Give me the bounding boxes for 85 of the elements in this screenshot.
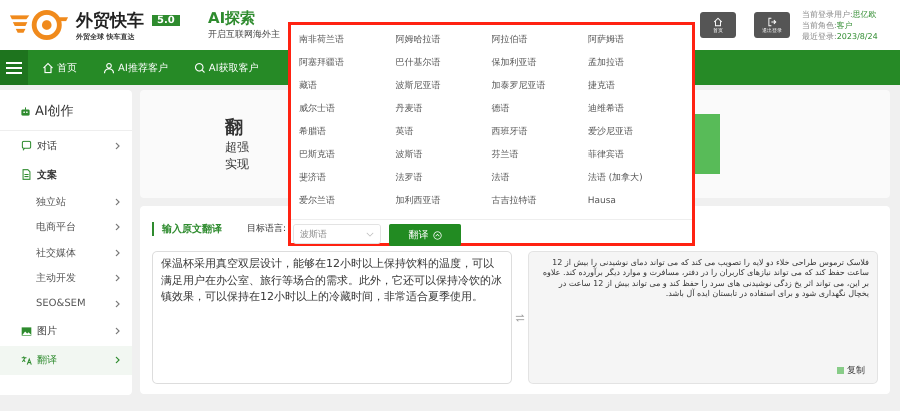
sidebar-subitem[interactable]: 独立站 <box>0 189 132 214</box>
language-option[interactable]: 捷克语 <box>588 75 684 98</box>
chevron-right-icon <box>115 274 120 282</box>
robot-icon <box>20 106 31 116</box>
search-icon <box>194 62 206 74</box>
banner-title: 翻 <box>225 116 244 139</box>
user-info-text: 最近登录:2023/8/24 <box>802 30 879 42</box>
sidebar-item[interactable]: 图片 <box>0 316 132 346</box>
module-subtitle: 开启互联网海外主 <box>208 28 280 41</box>
image-icon <box>21 326 32 336</box>
banner-text: 实现 <box>225 156 249 173</box>
target-language-label: 目标语言: <box>247 222 286 235</box>
language-option[interactable]: 南非荷兰语 <box>299 29 396 52</box>
language-option[interactable]: 阿萨姆语 <box>588 29 684 52</box>
sidebar-item[interactable]: 文案 <box>0 160 132 189</box>
version-badge: 5.0 <box>152 14 180 26</box>
language-option[interactable]: 爱尔兰语 <box>299 190 396 213</box>
nav-link[interactable]: AI推荐客户 <box>103 60 168 74</box>
language-option[interactable]: 波斯语 <box>395 144 492 167</box>
language-option[interactable]: 保加利亚语 <box>492 52 588 75</box>
brand-name: 外贸快车 <box>76 10 144 32</box>
language-option[interactable]: 迪维希语 <box>588 98 684 121</box>
home-icon <box>42 62 54 74</box>
sidebar-subitem[interactable]: SEO&SEM <box>0 291 132 316</box>
swap-icon[interactable] <box>515 312 525 322</box>
menu-icon[interactable] <box>0 50 28 85</box>
user-info-text: 当前角色:客户 <box>802 20 854 30</box>
chevron-down-icon <box>366 232 374 236</box>
language-option[interactable]: 菲律宾语 <box>588 144 684 167</box>
language-option[interactable]: 阿拉伯语 <box>492 29 588 52</box>
language-option[interactable]: 法语 <box>492 167 588 190</box>
language-option[interactable]: 斐济语 <box>299 167 396 190</box>
sidebar-item[interactable]: 翻译 <box>0 346 132 374</box>
chevron-right-icon <box>115 198 120 206</box>
language-option[interactable]: 爱沙尼亚语 <box>588 121 684 144</box>
module-title: AI探索 <box>208 9 256 28</box>
language-option[interactable]: 波斯尼亚语 <box>395 75 492 98</box>
chat-icon <box>21 140 32 151</box>
chevron-right-icon <box>115 300 120 308</box>
sidebar-subitem[interactable]: 主动开发 <box>0 266 132 291</box>
sidebar-item[interactable]: 对话 <box>0 131 132 160</box>
chevron-right-icon <box>115 327 120 335</box>
language-select[interactable]: 波斯语 <box>293 224 381 244</box>
nav-link[interactable]: 首页 <box>42 60 77 74</box>
language-option[interactable]: 德语 <box>492 98 588 121</box>
language-option[interactable]: 加利西亚语 <box>395 190 492 213</box>
language-option[interactable]: 藏语 <box>299 75 396 98</box>
language-option[interactable]: 巴斯克语 <box>299 144 396 167</box>
user-icon <box>103 62 115 74</box>
chevron-right-icon <box>115 142 120 150</box>
language-option[interactable]: 丹麦语 <box>395 98 492 121</box>
language-option[interactable]: 阿塞拜疆语 <box>299 52 396 75</box>
copy-button[interactable]: 复制 <box>837 364 865 377</box>
sidebar-subitem[interactable]: 电商平台 <box>0 214 132 240</box>
language-option[interactable]: 加泰罗尼亚语 <box>492 75 588 98</box>
translate-button[interactable]: 翻译 <box>389 224 461 246</box>
chevron-right-icon <box>115 223 120 232</box>
chevron-up-circle-icon <box>432 230 442 240</box>
language-option[interactable]: 西班牙语 <box>492 121 588 144</box>
document-icon <box>21 169 32 180</box>
language-option[interactable]: 英语 <box>395 121 492 144</box>
source-text-area[interactable]: 保温杯采用真空双层设计，能够在12小时以上保持饮料的温度，可以满足用户在办公室、旅行等场合的需求。此外，它还可以保持冷饮的冰镇效果，可以保持在12小时以上的冷藏时间，非常适合夏季使用。 <box>152 251 512 384</box>
home-icon <box>713 16 723 26</box>
translate-icon <box>21 354 32 366</box>
language-option[interactable]: 希腊语 <box>299 121 396 144</box>
language-option[interactable]: 芬兰语 <box>492 144 588 167</box>
language-option[interactable]: 法罗语 <box>395 167 492 190</box>
sidebar-subitem[interactable]: 社交媒体 <box>0 240 132 266</box>
user-info-text: 当前登录用户:思亿欧 <box>802 8 878 20</box>
nav-link[interactable]: AI获取客户 <box>194 60 259 74</box>
chevron-right-icon <box>115 356 120 364</box>
banner-text: 超强 <box>225 139 249 156</box>
language-option[interactable]: 威尔士语 <box>299 98 396 121</box>
sidebar-title: AI创作 <box>35 103 74 120</box>
winged-wheel-logo <box>8 9 70 41</box>
chevron-right-icon <box>115 248 120 257</box>
language-option[interactable]: 巴什基尔语 <box>395 52 492 75</box>
language-option[interactable]: 孟加拉语 <box>588 52 684 75</box>
language-option[interactable]: Hausa <box>588 190 684 213</box>
language-option[interactable]: 阿姆哈拉语 <box>395 29 492 52</box>
result-text: فلاسک ترموس طراحی خلاء دو لایه را تصویب می کند که می تواند دمای نوشیدنی را بیش از 12 ساعت حفظ کند که می تواند نیازهای کاربران را در دفتر، مسافرت و موارد دیگر برآورده کند. علاوه بر این، می تواند اثر یخ زدگی نوشیدنی های سرد را حفظ کند و می تواند بیش از 12 ساعت در یخچال نگهداری شود و برای استفاده در تابستان ایده آل باشد. <box>542 258 869 300</box>
section-title: 输入原文翻译 <box>152 222 222 236</box>
language-option[interactable]: 古吉拉特语 <box>492 190 588 213</box>
logout-icon <box>767 16 777 26</box>
language-option[interactable]: 法语 (加拿大) <box>588 167 684 190</box>
